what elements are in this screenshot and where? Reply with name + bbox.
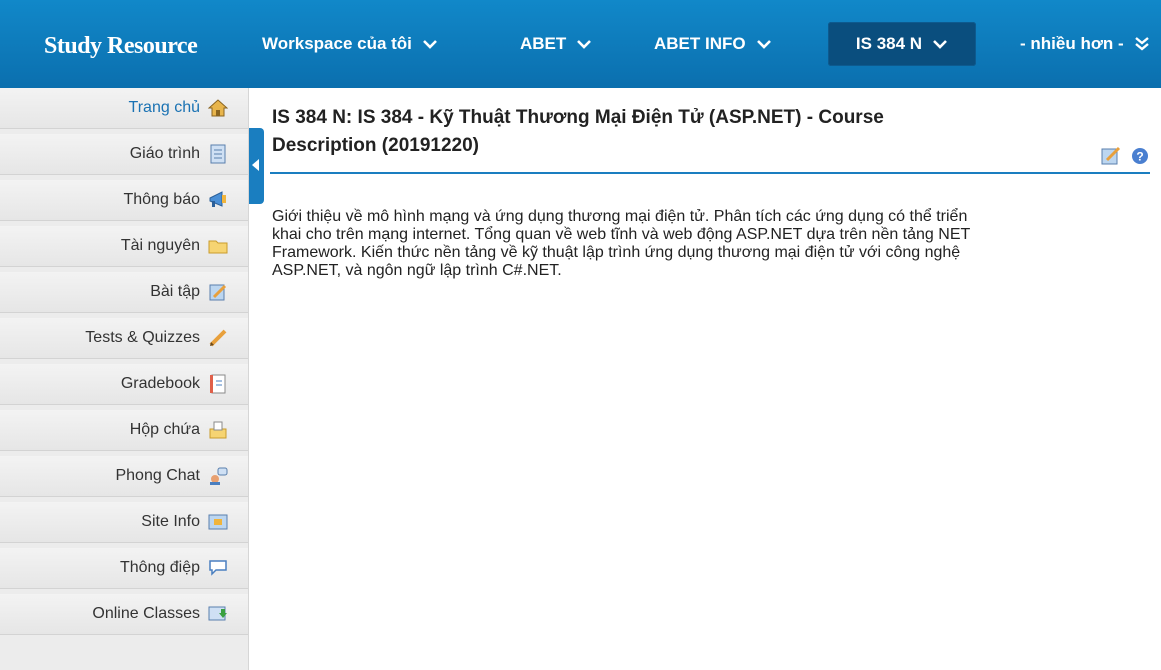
sidebar-item-tests-quizzes[interactable]: Tests & Quizzes xyxy=(0,318,248,359)
nav-abet-dropdown[interactable]: ABET xyxy=(520,22,592,66)
nav-current-site-dropdown[interactable]: IS 384 N xyxy=(828,22,976,66)
sidebar-item-label: Phong Chat xyxy=(115,467,200,484)
assignment-icon xyxy=(208,282,228,302)
chevron-down-icon xyxy=(577,40,592,49)
description-line: khai cho trên mạng internet. Tổng quan v… xyxy=(272,226,971,243)
collapse-arrow-icon xyxy=(252,159,259,171)
title-divider xyxy=(270,172,1150,174)
syllabus-icon xyxy=(208,144,228,164)
nav-abet-label: ABET xyxy=(520,34,567,53)
chevron-down-icon xyxy=(933,40,947,49)
folder-icon xyxy=(208,236,228,256)
nav-abet-info-label: ABET INFO xyxy=(654,34,746,53)
sidebar-item-gradebook[interactable]: Gradebook xyxy=(0,364,248,405)
pencil-icon xyxy=(208,328,228,348)
sidebar-item-messages[interactable]: Thông điệp xyxy=(0,548,248,589)
home-icon xyxy=(208,98,228,118)
nav-workspace-dropdown[interactable]: Workspace của tôi xyxy=(262,22,438,66)
nav-current-site-label: IS 384 N xyxy=(855,34,923,53)
sidebar-item-announcements[interactable]: Thông báo xyxy=(0,180,248,221)
nav-abet-info-dropdown[interactable]: ABET INFO xyxy=(654,22,772,66)
edit-icon[interactable] xyxy=(1101,146,1121,171)
sidebar-item-dropbox[interactable]: Hộp chứa xyxy=(0,410,248,451)
sidebar-item-syllabus[interactable]: Giáo trình xyxy=(0,134,248,175)
sidebar-item-label: Thông báo xyxy=(123,191,200,208)
help-icon[interactable]: ? xyxy=(1130,146,1150,171)
sidebar-item-online-classes[interactable]: Online Classes xyxy=(0,594,248,635)
svg-text:?: ? xyxy=(1136,150,1143,164)
page-title-line: Description (20191220) xyxy=(272,135,479,156)
chevron-down-icon xyxy=(756,40,771,49)
sidebar-item-label: Tài nguyên xyxy=(120,237,200,254)
page-title: IS 384 N: IS 384 - Kỹ Thuật Thương Mại Đ… xyxy=(272,104,1072,160)
site-info-icon xyxy=(208,512,228,532)
description-line: ASP.NET, và ngôn ngữ lập trình C#.NET. xyxy=(272,262,562,279)
sidebar-item-site-info[interactable]: Site Info xyxy=(0,502,248,543)
sidebar-item-label: Giáo trình xyxy=(129,145,200,162)
chevron-down-icon xyxy=(422,40,437,49)
sidebar-item-label: Tests & Quizzes xyxy=(85,329,200,346)
sidebar-item-chat-room[interactable]: Phong Chat xyxy=(0,456,248,497)
brand-logo[interactable]: Study Resource xyxy=(44,26,198,66)
page-title-line: IS 384 N: IS 384 - Kỹ Thuật Thương Mại Đ… xyxy=(272,107,884,128)
chat-icon xyxy=(208,466,228,486)
nav-more-sites[interactable]: - nhiều hơn - xyxy=(1020,22,1150,66)
double-chevron-down-icon xyxy=(1134,37,1149,51)
description-line: Giới thiệu về mô hình mạng và ứng dụng t… xyxy=(272,208,968,225)
top-navigation-bar: Study Resource Workspace của tôi ABET AB… xyxy=(0,0,1161,88)
tool-sidebar: Trang chủ Giáo trình Thông báo Tài nguyê… xyxy=(0,88,249,670)
description-line: Framework. Kiến thức nền tảng về kỹ thuậ… xyxy=(272,244,961,261)
sidebar-item-label: Gradebook xyxy=(120,375,200,392)
online-class-icon xyxy=(208,604,228,624)
announcement-icon xyxy=(208,190,228,210)
sidebar-item-label: Hộp chứa xyxy=(129,421,200,438)
sidebar-item-resources[interactable]: Tài nguyên xyxy=(0,226,248,267)
course-description: Giới thiệu về mô hình mạng và ứng dụng t… xyxy=(272,208,1142,280)
sidebar-item-home[interactable]: Trang chủ xyxy=(0,88,248,129)
sidebar-item-label: Thông điệp xyxy=(119,559,200,576)
sidebar-item-label: Online Classes xyxy=(92,605,200,622)
sidebar-item-label: Trang chủ xyxy=(128,99,200,116)
dropbox-icon xyxy=(208,420,228,440)
sidebar-item-label: Site Info xyxy=(141,513,200,530)
collapse-sidebar-toggle[interactable] xyxy=(249,128,264,204)
nav-more-label: - nhiều hơn - xyxy=(1020,34,1124,53)
sidebar-item-assignments[interactable]: Bài tập xyxy=(0,272,248,313)
sidebar-item-label: Bài tập xyxy=(150,283,200,300)
message-icon xyxy=(208,558,228,578)
gradebook-icon xyxy=(208,374,228,394)
nav-workspace-label: Workspace của tôi xyxy=(262,34,412,53)
